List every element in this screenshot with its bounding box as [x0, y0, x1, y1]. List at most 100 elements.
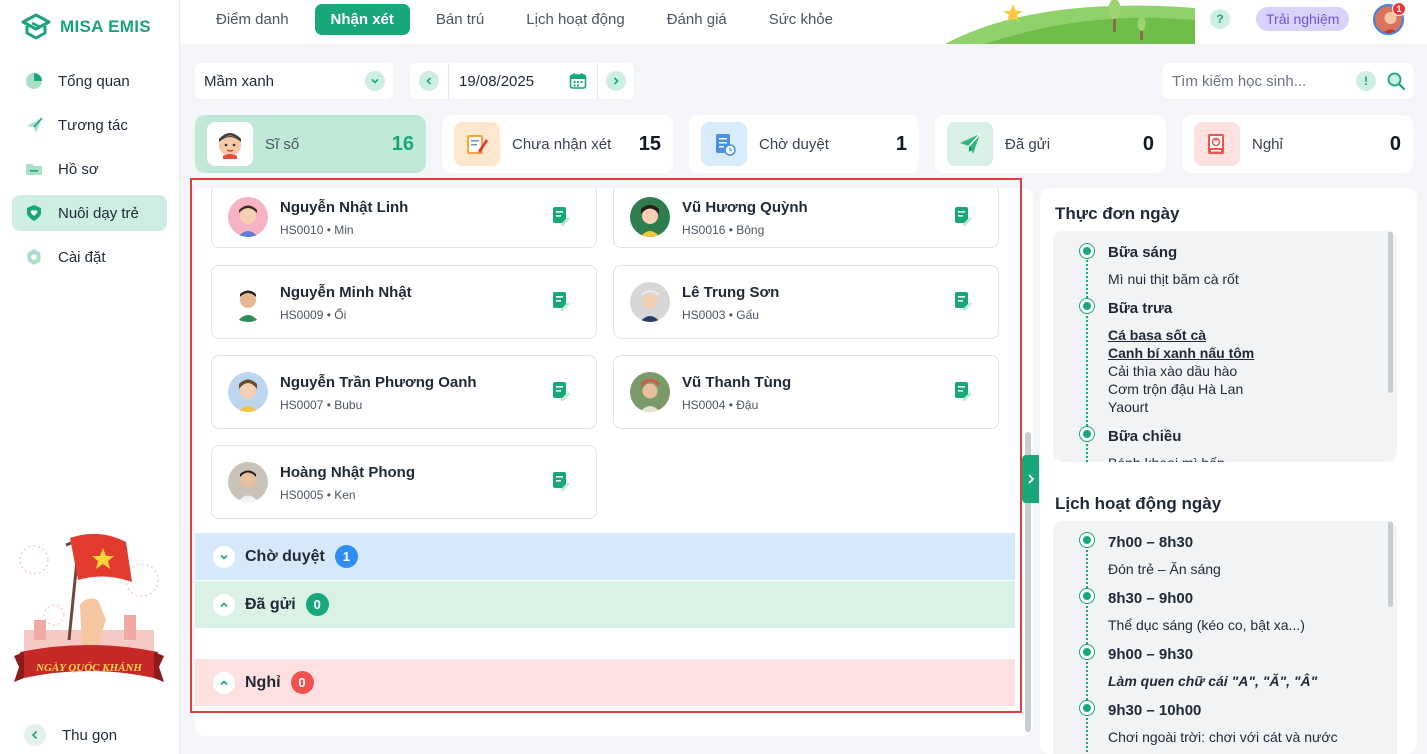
calendar-icon[interactable]	[569, 72, 587, 90]
app-logo[interactable]: MISA EMIS	[20, 12, 151, 42]
stat-count: 1	[895, 132, 907, 155]
meal-item-link[interactable]: Cá basa sốt cà	[1108, 326, 1206, 344]
meal-item: Mì nui thịt băm cà rốt	[1108, 271, 1239, 287]
stat-count: 0	[1142, 132, 1154, 155]
info-icon[interactable]: !	[1356, 71, 1376, 91]
decorative-hill-illustration	[945, 0, 1195, 44]
document-clock-icon	[701, 122, 747, 166]
stat-da-gui[interactable]: Đã gửi 0	[935, 115, 1166, 173]
student-name: Nguyễn Minh Nhật	[280, 284, 412, 301]
section-cho-duyet[interactable]: Chờ duyệt 1	[195, 533, 1015, 580]
heart-shield-icon	[24, 203, 44, 223]
schedule-scrollbar[interactable]	[1388, 521, 1393, 607]
tab-ban-tru[interactable]: Bán trú	[420, 4, 500, 35]
app-name: MISA EMIS	[60, 17, 151, 36]
timeline-dot	[1080, 589, 1094, 603]
search-icon[interactable]	[1386, 71, 1406, 91]
timeline-dot	[1080, 645, 1094, 659]
student-search: !	[1163, 63, 1413, 99]
date-value[interactable]: 19/08/2025	[449, 73, 569, 90]
student-card[interactable]: Vũ Hương Quỳnh HS0016 • Bông	[613, 188, 999, 248]
section-da-gui[interactable]: Đã gửi 0	[195, 581, 1015, 628]
search-input[interactable]	[1172, 72, 1352, 90]
sidebar-item-cai-dat[interactable]: Cài đặt	[12, 239, 167, 275]
gear-icon	[24, 247, 44, 267]
section-nghi[interactable]: Nghỉ 0	[195, 659, 1015, 706]
schedule-activity: Làm quen chữ cái "A", "Ă", "Â"	[1108, 673, 1318, 689]
stat-count: 16	[391, 132, 414, 155]
student-card[interactable]: Nguyễn Trần Phương Oanh HS0007 • Bubu	[211, 355, 597, 429]
comment-edit-icon[interactable]	[550, 290, 572, 312]
comment-edit-icon[interactable]	[952, 205, 974, 227]
student-code: HS0010 • Min	[280, 223, 354, 237]
student-card[interactable]: Nguyễn Minh Nhật HS0009 • Ổi	[211, 265, 597, 339]
help-button[interactable]: ?	[1210, 9, 1230, 29]
schedule-box: 7h00 – 8h30 Đón trẻ – Ăn sáng 8h30 – 9h0…	[1053, 521, 1397, 754]
timeline-dot	[1080, 701, 1094, 715]
next-date-button[interactable]	[598, 71, 634, 91]
schedule-activity: Đón trẻ – Ăn sáng	[1108, 561, 1221, 577]
tab-nhan-xet[interactable]: Nhận xét	[314, 4, 410, 35]
timeline-dot	[1080, 427, 1094, 441]
stat-nghi[interactable]: Nghỉ 0	[1182, 115, 1413, 173]
comment-edit-icon[interactable]	[550, 380, 572, 402]
sidebar-item-tuong-tac[interactable]: Tương tác	[12, 107, 167, 143]
student-code: HS0005 • Ken	[280, 488, 356, 502]
student-avatar	[228, 372, 268, 412]
menu-scrollbar[interactable]	[1388, 231, 1393, 393]
tab-diem-danh[interactable]: Điểm danh	[200, 4, 305, 35]
tab-suc-khoe[interactable]: Sức khỏe	[753, 4, 849, 35]
sidebar: MISA EMIS Tổng quan Tương tác Hồ sơ Nuôi…	[0, 0, 180, 754]
stat-cho-duyet[interactable]: Chờ duyệt 1	[689, 115, 919, 173]
student-list-panel: Nguyễn Nhật Linh HS0010 • Min Vũ Hương Q…	[195, 188, 1033, 736]
child-face-icon	[207, 122, 253, 166]
student-card[interactable]: Nguyễn Nhật Linh HS0010 • Min	[211, 188, 597, 248]
comment-edit-icon[interactable]	[550, 470, 572, 492]
student-card[interactable]: Vũ Thanh Tùng HS0004 • Đậu	[613, 355, 999, 429]
tab-danh-gia[interactable]: Đánh giá	[651, 4, 743, 35]
stat-label: Sĩ số	[265, 135, 300, 153]
comment-edit-icon[interactable]	[952, 380, 974, 402]
misa-logo-icon	[21, 13, 51, 40]
date-picker: 19/08/2025	[410, 63, 634, 99]
timeline-dot	[1080, 533, 1094, 547]
chevron-up-icon	[213, 671, 235, 694]
chevron-right-icon	[1027, 474, 1034, 484]
stat-chua-nhan-xet[interactable]: Chưa nhận xét 15	[442, 115, 673, 173]
pie-chart-icon	[24, 71, 44, 91]
student-code: HS0009 • Ổi	[280, 308, 347, 322]
national-day-banner: NGÀY QUỐC KHÁNH	[14, 533, 164, 682]
sidebar-item-nuoi-day-tre[interactable]: Nuôi dạy trẻ	[12, 195, 167, 231]
trial-button[interactable]: Trải nghiệm	[1256, 7, 1350, 31]
chevron-down-icon	[213, 545, 235, 568]
meal-item: Cơm trộn đậu Hà Lan	[1108, 381, 1244, 397]
sidebar-item-ho-so[interactable]: Hồ sơ	[12, 151, 167, 187]
sidebar-item-label: Hồ sơ	[58, 160, 99, 178]
comment-edit-icon[interactable]	[550, 205, 572, 227]
student-avatar	[228, 462, 268, 502]
section-count-badge: 1	[334, 545, 358, 568]
class-select[interactable]: Mầm xanh	[195, 63, 393, 99]
stat-label: Chưa nhận xét	[512, 135, 612, 153]
chevron-left-icon	[24, 724, 46, 746]
meal-name: Bữa trưa	[1108, 300, 1173, 317]
section-title: Chờ duyệt	[245, 547, 325, 565]
tab-lich-hoat-dong[interactable]: Lịch hoạt động	[510, 4, 640, 35]
comment-edit-icon[interactable]	[952, 290, 974, 312]
meal-item-link[interactable]: Canh bí xanh nấu tôm	[1108, 344, 1254, 362]
student-code: HS0003 • Gấu	[682, 308, 759, 322]
stat-count: 15	[638, 132, 661, 155]
prev-date-button[interactable]	[410, 71, 448, 91]
stat-si-so[interactable]: Sĩ số 16	[195, 115, 426, 173]
notification-badge: 1	[1392, 2, 1406, 16]
sidebar-item-tong-quan[interactable]: Tổng quan	[12, 63, 167, 99]
student-card[interactable]: Lê Trung Sơn HS0003 • Gấu	[613, 265, 999, 339]
collapse-sidebar-button[interactable]: Thu gọn	[24, 724, 117, 746]
student-code: HS0016 • Bông	[682, 223, 765, 237]
student-card[interactable]: Hoàng Nhật Phong HS0005 • Ken	[211, 445, 597, 519]
toggle-right-panel-button[interactable]	[1022, 455, 1039, 503]
menu-box: Bữa sáng Mì nui thịt băm cà rốt Bữa trưa…	[1053, 231, 1397, 462]
sidebar-item-label: Cài đặt	[58, 248, 106, 266]
meal-name: Bữa sáng	[1108, 244, 1178, 261]
sidebar-item-label: Nuôi dạy trẻ	[58, 204, 139, 222]
